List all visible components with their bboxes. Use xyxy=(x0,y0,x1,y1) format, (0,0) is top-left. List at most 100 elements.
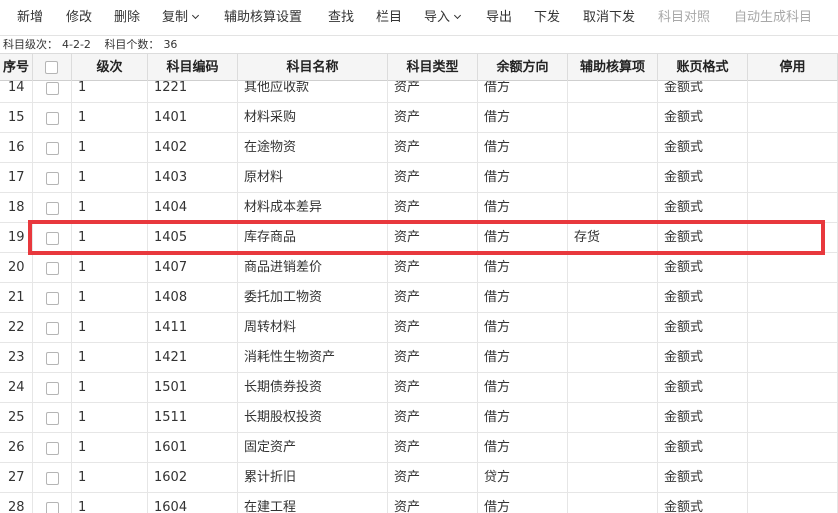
cell-index: 17 xyxy=(0,163,33,193)
cell-type: 资产 xyxy=(388,193,478,223)
header-balance[interactable]: 余额方向 xyxy=(478,54,568,81)
row-checkbox[interactable] xyxy=(46,202,59,215)
add-button[interactable]: 新增 xyxy=(17,9,43,27)
table-row[interactable]: 24 1 1501 长期债券投资 资产 借方 金额式 xyxy=(0,373,838,403)
cell-name: 库存商品 xyxy=(238,223,388,253)
cell-balance: 借方 xyxy=(478,343,568,373)
table-row[interactable]: 26 1 1601 固定资产 资产 借方 金额式 xyxy=(0,433,838,463)
cell-code: 1403 xyxy=(148,163,238,193)
cell-disabled xyxy=(748,433,838,463)
table-row[interactable]: 27 1 1602 累计折旧 资产 贷方 金额式 xyxy=(0,463,838,493)
cell-level: 1 xyxy=(72,133,148,163)
cell-code: 1421 xyxy=(148,343,238,373)
row-checkbox[interactable] xyxy=(46,472,59,485)
cell-format: 金额式 xyxy=(658,283,748,313)
cell-index: 21 xyxy=(0,283,33,313)
cell-index: 27 xyxy=(0,463,33,493)
cell-aux xyxy=(568,493,658,513)
row-checkbox[interactable] xyxy=(46,82,59,95)
header-disabled[interactable]: 停用 xyxy=(748,54,838,81)
subject-compare-button[interactable]: 科目对照 xyxy=(658,9,710,27)
cell-name: 累计折旧 xyxy=(238,463,388,493)
cell-select xyxy=(33,193,72,223)
header-aux[interactable]: 辅助核算项 xyxy=(568,54,658,81)
cell-code: 1604 xyxy=(148,493,238,513)
header-format[interactable]: 账页格式 xyxy=(658,54,748,81)
cell-name: 原材料 xyxy=(238,163,388,193)
cell-balance: 借方 xyxy=(478,253,568,283)
cell-format: 金额式 xyxy=(658,313,748,343)
table-row[interactable]: 17 1 1403 原材料 资产 借方 金额式 xyxy=(0,163,838,193)
header-type[interactable]: 科目类型 xyxy=(388,54,478,81)
row-checkbox[interactable] xyxy=(46,382,59,395)
cell-disabled xyxy=(748,343,838,373)
table-row[interactable]: 18 1 1404 材料成本差异 资产 借方 金额式 xyxy=(0,193,838,223)
cell-index: 26 xyxy=(0,433,33,463)
cell-level: 1 xyxy=(72,403,148,433)
table-row[interactable]: 16 1 1402 在途物资 资产 借方 金额式 xyxy=(0,133,838,163)
row-checkbox[interactable] xyxy=(46,502,59,513)
row-checkbox[interactable] xyxy=(46,352,59,365)
table-row[interactable]: 23 1 1421 消耗性生物资产 资产 借方 金额式 xyxy=(0,343,838,373)
header-code[interactable]: 科目编码 xyxy=(148,54,238,81)
row-checkbox[interactable] xyxy=(46,232,59,245)
edit-button[interactable]: 修改 xyxy=(66,9,92,27)
table-row[interactable]: 25 1 1511 长期股权投资 资产 借方 金额式 xyxy=(0,403,838,433)
export-button[interactable]: 导出 xyxy=(486,9,512,27)
cell-aux: 存货 xyxy=(568,223,658,253)
row-checkbox[interactable] xyxy=(46,292,59,305)
auto-generate-button[interactable]: 自动生成科目 xyxy=(734,9,812,27)
cell-type: 资产 xyxy=(388,343,478,373)
row-checkbox[interactable] xyxy=(46,172,59,185)
cell-select xyxy=(33,343,72,373)
cell-disabled xyxy=(748,463,838,493)
table-row[interactable]: 21 1 1408 委托加工物资 资产 借方 金额式 xyxy=(0,283,838,313)
row-checkbox[interactable] xyxy=(46,262,59,275)
table-row[interactable]: 19 1 1405 库存商品 资产 借方 存货 金额式 xyxy=(0,223,838,253)
find-button[interactable]: 查找 xyxy=(328,9,354,27)
row-checkbox[interactable] xyxy=(46,322,59,335)
table-row[interactable]: 28 1 1604 在建工程 资产 借方 金额式 xyxy=(0,493,838,513)
cell-type: 资产 xyxy=(388,493,478,513)
cell-name: 商品进销差价 xyxy=(238,253,388,283)
cell-type: 资产 xyxy=(388,163,478,193)
cell-code: 1602 xyxy=(148,463,238,493)
cell-type: 资产 xyxy=(388,463,478,493)
table-row[interactable]: 22 1 1411 周转材料 资产 借方 金额式 xyxy=(0,313,838,343)
cell-level: 1 xyxy=(72,463,148,493)
cell-type: 资产 xyxy=(388,433,478,463)
copy-dropdown[interactable]: 复制 xyxy=(162,9,200,27)
cell-balance: 借方 xyxy=(478,493,568,513)
header-level[interactable]: 级次 xyxy=(72,54,148,81)
cell-type: 资产 xyxy=(388,133,478,163)
chevron-down-icon xyxy=(191,11,200,20)
cell-code: 1601 xyxy=(148,433,238,463)
select-all-checkbox[interactable] xyxy=(45,61,58,74)
cell-disabled xyxy=(748,223,838,253)
header-name[interactable]: 科目名称 xyxy=(238,54,388,81)
header-index: 序号 xyxy=(0,54,33,81)
cell-code: 1411 xyxy=(148,313,238,343)
distribute-button[interactable]: 下发 xyxy=(534,9,560,27)
row-checkbox[interactable] xyxy=(46,112,59,125)
cell-select xyxy=(33,283,72,313)
cell-balance: 借方 xyxy=(478,283,568,313)
cell-disabled xyxy=(748,403,838,433)
row-checkbox[interactable] xyxy=(46,142,59,155)
toolbar: 新增 修改 删除 复制 辅助核算设置 查找 栏目 导入 导出 下发 取消下发 科… xyxy=(0,0,838,36)
columns-button[interactable]: 栏目 xyxy=(376,9,402,27)
cancel-distribute-button[interactable]: 取消下发 xyxy=(583,9,635,27)
cell-name: 消耗性生物资产 xyxy=(238,343,388,373)
cell-aux xyxy=(568,433,658,463)
cell-level: 1 xyxy=(72,253,148,283)
table-row[interactable]: 20 1 1407 商品进销差价 资产 借方 金额式 xyxy=(0,253,838,283)
cell-code: 1408 xyxy=(148,283,238,313)
delete-button[interactable]: 删除 xyxy=(114,9,140,27)
table-row[interactable]: 15 1 1401 材料采购 资产 借方 金额式 xyxy=(0,103,838,133)
import-dropdown[interactable]: 导入 xyxy=(424,9,462,27)
cell-select xyxy=(33,163,72,193)
cell-index: 15 xyxy=(0,103,33,133)
row-checkbox[interactable] xyxy=(46,412,59,425)
row-checkbox[interactable] xyxy=(46,442,59,455)
aux-settings-button[interactable]: 辅助核算设置 xyxy=(224,9,302,27)
